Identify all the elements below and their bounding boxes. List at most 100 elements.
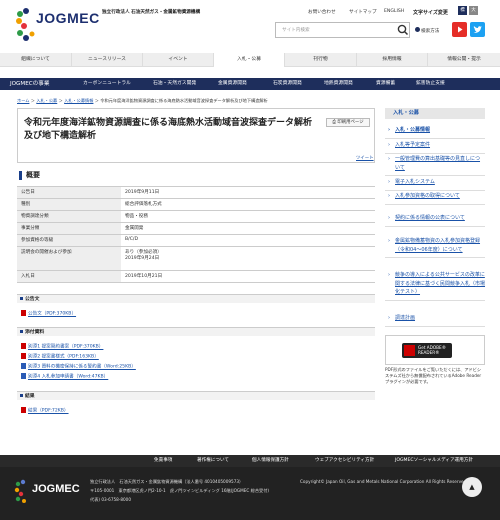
logo-text: JOGMEC: [36, 10, 100, 26]
gnav-events[interactable]: イベント: [143, 53, 214, 67]
row-key: 物資調達分類: [17, 210, 121, 223]
business-bar: JOGMECの事業 カーボンニュートラル 石油・天然ガス開発 金属資源開発 石炭…: [0, 78, 500, 90]
row-key: 入札日: [17, 270, 121, 283]
search-input[interactable]: サイト内検索: [275, 22, 410, 38]
chevron-right-icon: ›: [388, 193, 390, 199]
table-row: 公告日 2019年9月11日: [17, 186, 375, 199]
file-link-label: 結果（PDF:72KB）: [28, 408, 69, 414]
breadcrumb-bid-info[interactable]: 入札・公募情報: [64, 98, 93, 103]
jogmec-logo-mark-icon: [14, 479, 26, 503]
file-link[interactable]: 公告文（PDF:370KB）: [21, 310, 76, 317]
biz-carbon-neutral[interactable]: カーボンニュートラル: [83, 78, 131, 90]
chevron-right-icon: ›: [388, 238, 390, 244]
biz-oil-gas[interactable]: 石油・天然ガス開発: [153, 78, 196, 90]
gnav-about[interactable]: 組織について: [0, 53, 72, 67]
jogmec-logo[interactable]: JOGMEC: [14, 6, 114, 44]
adobe-badge-label: Get ADOBE® READER®: [418, 345, 446, 355]
adobe-reader-badge[interactable]: Get ADOBE® READER®: [402, 343, 452, 358]
footer-social-media[interactable]: JOGMECソーシャルメディア運用方針: [395, 455, 473, 467]
sidebar-item-bid-info[interactable]: › 入札・公募情報: [385, 126, 485, 139]
notice-section-heading: 公告文: [17, 294, 375, 303]
sidebar-item-stockpile-registration[interactable]: › 金属鉱物備蓄物資の入札参加資格登録（令和04〜06年度）について: [385, 237, 485, 258]
bullet-icon: [20, 330, 23, 333]
pdf-icon: [21, 310, 26, 316]
row-value: あり（参加必須） 2019年9月24日: [121, 246, 375, 271]
section-title: 結果: [25, 394, 35, 399]
english-link[interactable]: ENGLISH: [384, 9, 404, 14]
row-value: 2019年10月21日: [121, 270, 375, 283]
breadcrumb-bids[interactable]: 入札・公募: [36, 98, 57, 103]
row-key: 説明会の開催および参加: [17, 246, 121, 271]
footer-logo[interactable]: JOGMEC: [14, 479, 84, 504]
chevron-right-icon: ›: [388, 127, 391, 133]
gnav-publications[interactable]: 刊行物: [285, 53, 357, 67]
adobe-note: PDF形式のファイルをご覧いただくには、アドビシステムズ社から無償配布されている…: [385, 367, 482, 384]
gnav-news[interactable]: ニュースリリース: [72, 53, 143, 67]
sidebar-item-label: 競争の導入による公共サービスの改革に関する法律に基づく民間競争入札（市場化テスト…: [395, 272, 486, 295]
org-name: 独立行政法人 石油天然ガス・金属鉱物資源機構: [102, 10, 201, 15]
gnav-disclosure[interactable]: 情報公開・提示: [428, 53, 500, 67]
tweet-link[interactable]: ツイート: [356, 155, 374, 161]
biz-metals[interactable]: 金属資源開発: [218, 78, 247, 90]
file-link[interactable]: 別添1 提案契約書案（PDF:370KB）: [21, 343, 103, 350]
sidebar-item-planned[interactable]: › 入札等予定案件: [385, 141, 485, 154]
page-title: 令和元年度海洋鉱物資源調査に係る海底熱水活動域音波探査データ解析及び地下構造解析: [24, 117, 313, 140]
table-row: 参加資格の等級 B/C/D: [17, 234, 375, 247]
file-link[interactable]: 別添4 入札参加申請書（Word:47KB）: [21, 373, 108, 380]
text-size-standard-button[interactable]: 標: [458, 6, 467, 15]
search-help-link[interactable]: 検索方法: [415, 27, 439, 34]
biz-mine-pollution[interactable]: 鉱害防止支援: [416, 78, 445, 90]
sidebar-item-contract-disclosure[interactable]: › 契約に係る情報の公表について: [385, 214, 485, 227]
results-section-heading: 結果: [17, 391, 375, 400]
file-link[interactable]: 別添3 資料の機密保持に係る誓約書（Word:25KB）: [21, 363, 136, 370]
file-link-label: 別添2 提案書様式（PDF:163KB）: [28, 354, 99, 360]
biz-coal[interactable]: 石炭資源開発: [273, 78, 302, 90]
adobe-reader-banner[interactable]: Get ADOBE® READER®: [385, 335, 485, 365]
footer-links: 免責事項 著作権について 個人情報保護方針 ウェブアクセシビリティ方針 JOGM…: [0, 455, 500, 467]
search-button[interactable]: [395, 22, 410, 38]
text-size-large-button[interactable]: 大: [469, 6, 478, 15]
chevron-right-icon: ›: [388, 272, 390, 278]
sidebar-item-overhead[interactable]: › 一般管理費の算出基礎等の見直しについて: [385, 155, 485, 176]
chevron-right-icon: ›: [388, 156, 390, 162]
table-row: 説明会の開催および参加 あり（参加必須） 2019年9月24日: [17, 246, 375, 271]
pdf-icon: [21, 407, 26, 413]
attachments-section-heading: 添付資料: [17, 327, 375, 336]
breadcrumb-home[interactable]: ホーム: [17, 98, 29, 103]
print-page-button[interactable]: ⎙ 印刷用ページ: [326, 118, 370, 127]
chevron-right-icon: ›: [388, 315, 390, 321]
section-title: 公告文: [25, 297, 40, 302]
pdf-icon: [21, 353, 26, 359]
file-link[interactable]: 別添2 提案書様式（PDF:163KB）: [21, 353, 99, 360]
footer-disclaimer[interactable]: 免責事項: [154, 455, 172, 467]
youtube-icon[interactable]: [452, 22, 467, 37]
sidebar-heading[interactable]: 入札・公募: [385, 108, 485, 119]
sidebar-item-label: 入札等予定案件: [395, 142, 431, 148]
file-link-label: 別添1 提案契約書案（PDF:370KB）: [28, 344, 104, 350]
sidebar-item-procurement-plan[interactable]: › 調達計画: [385, 314, 485, 327]
business-title[interactable]: JOGMECの事業: [10, 78, 49, 90]
adobe-icon: [404, 345, 415, 356]
footer-accessibility[interactable]: ウェブアクセシビリティ方針: [315, 455, 374, 467]
sitemap-link[interactable]: サイトマップ: [349, 9, 377, 15]
file-link-label: 別添3 資料の機密保持に係る誓約書（Word:25KB）: [28, 364, 136, 370]
table-row: 事業分類 金属開発: [17, 222, 375, 235]
biz-stockpiling[interactable]: 資源備蓄: [376, 78, 395, 90]
row-key: 公告日: [17, 186, 121, 199]
row-value: 総合評価落札方式: [121, 198, 375, 211]
row-key: 種別: [17, 198, 121, 211]
twitter-icon[interactable]: [470, 22, 485, 37]
footer-tel: 代表) 03-6758-8000: [90, 497, 132, 502]
sidebar-item-market-test[interactable]: › 競争の導入による公共サービスの改革に関する法律に基づく民間競争入札（市場化テス…: [385, 271, 485, 301]
footer-copyright-policy[interactable]: 著作権について: [197, 455, 229, 467]
contact-link[interactable]: お問い合わせ: [308, 9, 336, 15]
file-link[interactable]: 結果（PDF:72KB）: [21, 407, 69, 414]
sidebar-item-e-bidding[interactable]: › 電子入札システム: [385, 178, 485, 191]
footer-privacy[interactable]: 個人情報保護方針: [252, 455, 289, 467]
sidebar-item-qualification[interactable]: › 入札参加資格の取得について: [385, 192, 485, 205]
biz-geothermal[interactable]: 地熱資源開発: [324, 78, 353, 90]
gnav-bids[interactable]: 入札・公募: [214, 53, 285, 67]
help-icon: [415, 27, 420, 32]
page-top-button[interactable]: ▲: [462, 477, 482, 497]
gnav-recruit[interactable]: 採用情報: [357, 53, 428, 67]
